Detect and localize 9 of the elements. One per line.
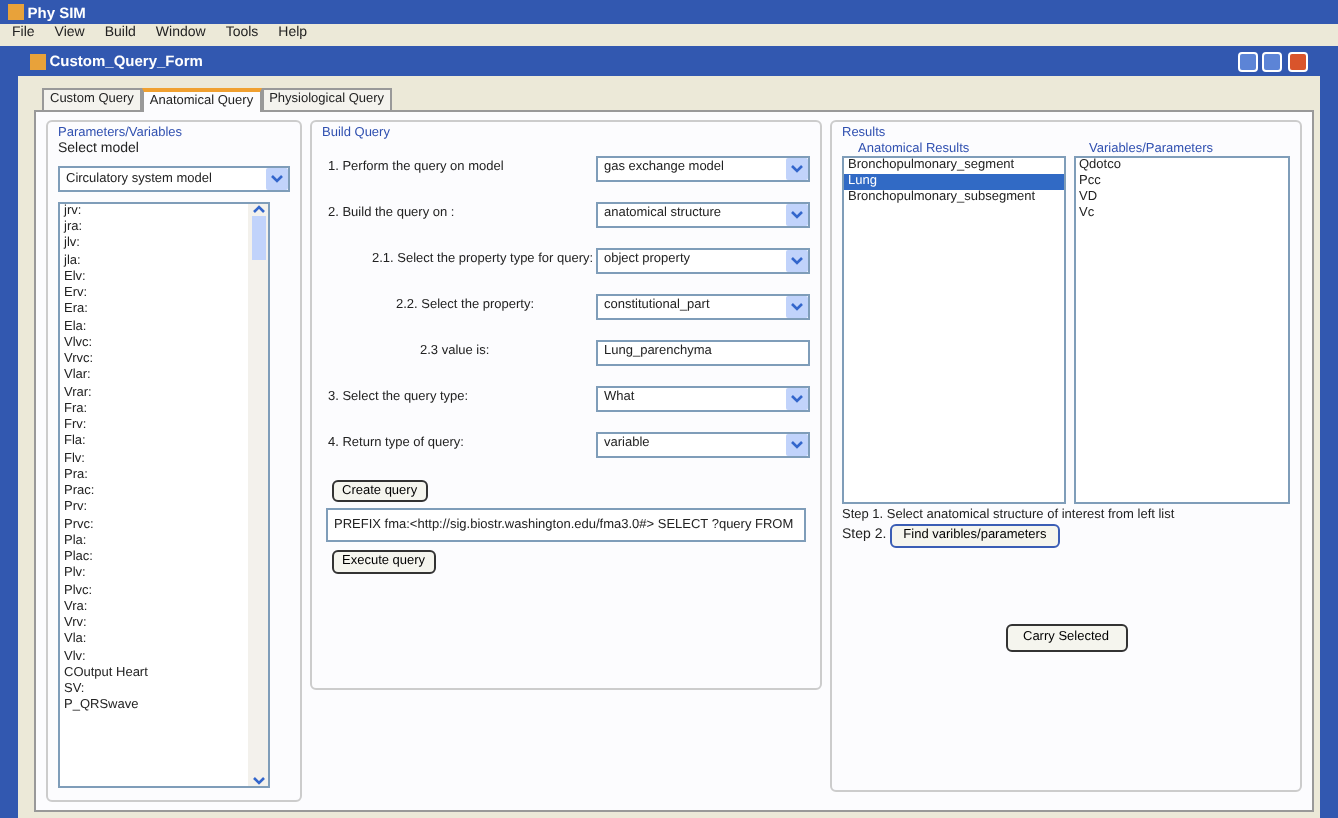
scroll-down-icon[interactable] <box>251 776 265 786</box>
scroll-up-icon[interactable] <box>251 203 265 214</box>
maximize-button[interactable] <box>1262 51 1283 71</box>
close-button[interactable] <box>1288 51 1308 71</box>
form-icon <box>30 53 46 69</box>
minimize-button[interactable] <box>1237 51 1257 71</box>
scrollbar[interactable] <box>248 203 268 786</box>
scroll-thumb[interactable] <box>251 215 265 260</box>
app-icon <box>8 4 24 20</box>
